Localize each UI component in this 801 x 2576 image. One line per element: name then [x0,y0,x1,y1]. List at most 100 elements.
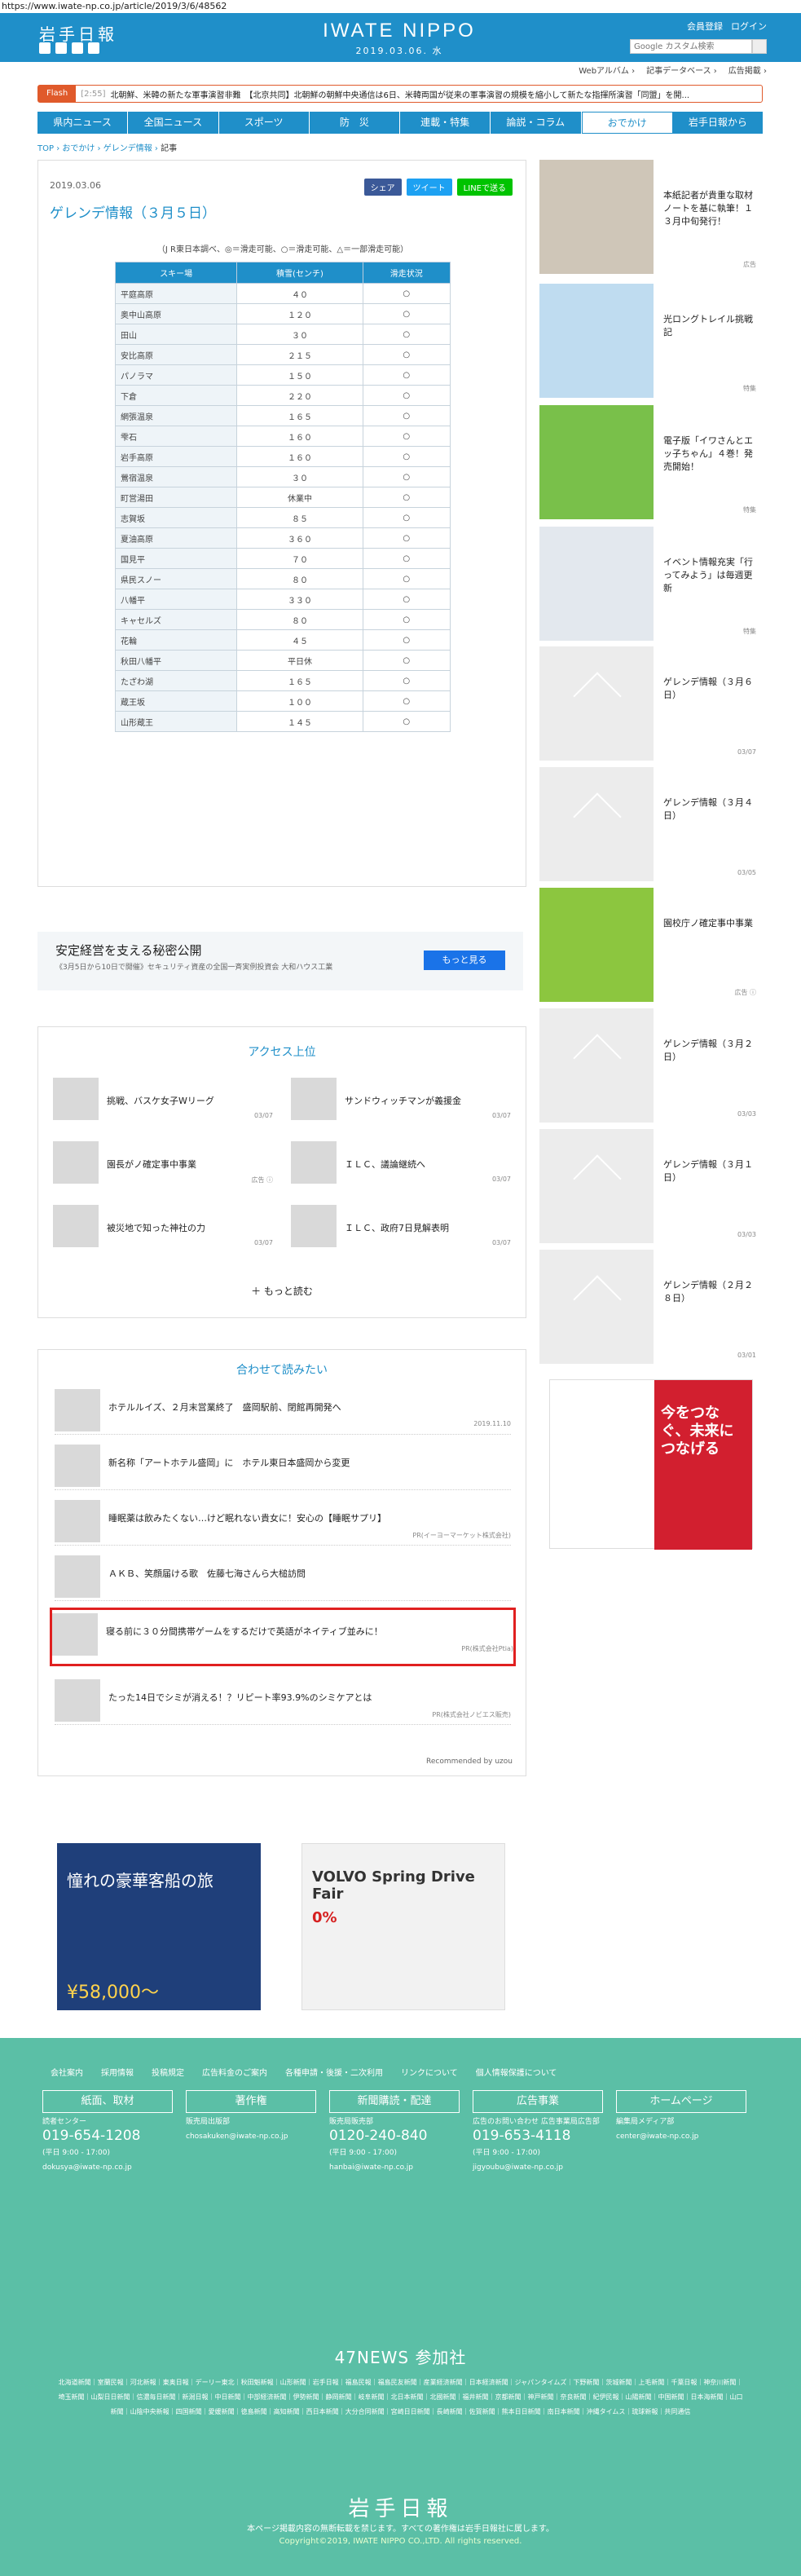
email-link[interactable]: jigyoubu@iwate-np.co.jp [473,2162,603,2173]
ranking-item-date: 03/07 [491,1112,511,1119]
sidebar-item-title: ゲレンデ情報（３月１日） [663,1159,753,1183]
nav-disaster[interactable]: 防 災 [310,112,400,134]
snow-depth: 休業中 [236,487,363,508]
footer-col-heading: 紙面、取材 [42,2090,173,2113]
line-share-button[interactable]: LINEで送る [456,179,513,196]
sidebar-item[interactable]: ゲレンデ情報（３月１日） 03/03 [539,1129,759,1243]
ranking-item-title: 園長がノ確定事中事業 [107,1159,196,1170]
ranking-item[interactable]: ＩＬＣ、議論継続へ 03/07 [291,1141,511,1190]
crumb-gerende[interactable]: ゲレンデ情報 [103,144,152,153]
twitter-icon[interactable] [39,42,51,54]
thumbnail [539,1008,654,1123]
sidebar-item[interactable]: ゲレンデ情報（２月２８日） 03/01 [539,1250,759,1364]
subnav-database[interactable]: 記事データベース › [646,64,717,76]
nav-sports[interactable]: スポーツ [219,112,310,134]
footer-link[interactable]: 会社案内 [51,2066,83,2078]
sidebar-item[interactable]: 園校庁ノ確定事中事業 広告 ⓘ [539,888,759,1002]
nav-column[interactable]: 論説・コラム [491,112,582,134]
header-date: 2019.03.06. 水 [355,46,443,56]
ranking-item-date: 03/07 [491,1239,511,1246]
ranking-item[interactable]: サンドウィッチマンが義援金 03/07 [291,1078,511,1127]
footer-logo[interactable]: 岩手日報 [0,2492,801,2522]
sidebar-item[interactable]: 本紙記者が貴重な取材ノートを基に執筆！１３月中旬発行！ 広告 [539,160,759,274]
sidebar-item[interactable]: ゲレンデ情報（３月４日） 03/05 [539,767,759,881]
ranking-item[interactable]: 被災地で知った神社の力 03/07 [53,1205,273,1254]
news47-title: 47NEWS 参加社 [334,2348,467,2367]
nav-from-nippo[interactable]: 岩手日報から [673,112,763,134]
subnav-ad[interactable]: 広告掲載 › [728,64,767,76]
register-link[interactable]: 会員登録 [687,20,723,33]
resort-name: 花輪 [114,629,238,651]
thumbnail [55,1445,100,1487]
site-logo[interactable]: 岩手日報 [39,21,117,45]
facebook-share-button[interactable]: シェア [363,179,402,196]
snow-depth: １００ [236,690,363,712]
subnav-album[interactable]: Webアルバム › [579,64,635,76]
search-icon[interactable] [752,39,767,54]
cruise-ad[interactable]: 憧れの豪華客船の旅 ¥58,000〜 [57,1843,261,2010]
uzou-credit[interactable]: Recommended by uzou [426,1758,513,1766]
footer-link[interactable]: リンクについて [401,2066,458,2078]
related-item[interactable]: ＡＫＢ、笑顔届ける歌 佐藤七海さんら大槌訪問 [55,1552,511,1601]
flash-news[interactable]: Flash [2:55] 北朝鮮、米韓の新たな軍事演習非難 【北京共同】北朝鮮の… [37,85,763,103]
facebook-icon[interactable] [55,42,67,54]
more-button[interactable]: ＋ もっと読む [38,1284,526,1298]
ranking-item[interactable]: ＩＬＣ、政府7日見解表明 03/07 [291,1205,511,1254]
ranking-item[interactable]: 園長がノ確定事中事業 広告 ⓘ [53,1141,273,1190]
footer-link[interactable]: 投稿規定 [152,2066,184,2078]
partner-papers[interactable]: 北海道新聞｜室蘭民報｜河北新報｜東奥日報｜デーリー東北｜秋田魁新報｜山形新聞｜岩… [57,2375,744,2419]
footer-link[interactable]: 個人情報保護について [476,2066,557,2078]
sidebar-item-meta: 特集 [743,385,756,392]
email-link[interactable]: dokusya@iwate-np.co.jp [42,2162,173,2173]
footer-link[interactable]: 採用情報 [101,2066,134,2078]
run-status: ○ [362,670,451,691]
mail-icon[interactable] [88,42,99,54]
social-links [39,42,99,54]
ranking-item[interactable]: 挑戦、バスケ女子Wリーグ 03/07 [53,1078,273,1127]
phone-number[interactable]: 019-654-1208 [42,2128,173,2144]
email-link[interactable]: hanbai@iwate-np.co.jp [329,2162,460,2173]
phone-number[interactable]: 0120-240-840 [329,2128,460,2144]
related-item[interactable]: ホテルルイズ、２月末営業終了 盛岡駅前、閉館再開発へ 2019.11.10 [55,1386,511,1435]
nav-odekake[interactable]: おでかけ [581,112,673,134]
tweet-button[interactable]: ツイート [406,179,452,196]
related-item-source: PR(株式会社Ptia) [461,1645,513,1652]
allied-telesis-ad[interactable]: 今をつなぐ、未来につなげる [549,1379,753,1550]
nav-local[interactable]: 県内ニュース [37,112,129,134]
sidebar-item[interactable]: 光ロングトレイル挑戦記 特集 [539,284,759,398]
related-item[interactable]: たった14日でシミが消える！？リピート率93.9%のシミケアとは PR(株式会社ノ… [55,1676,511,1725]
phone-number[interactable]: 019-653-4118 [473,2128,603,2144]
footer-link[interactable]: 各種申請・後援・二次利用 [285,2066,383,2078]
nav-national[interactable]: 全国ニュース [128,112,219,134]
thumbnail [53,1141,99,1184]
resort-name: 田山 [114,324,238,345]
sidebar-item[interactable]: ゲレンデ情報（３月２日） 03/03 [539,1008,759,1123]
ad-more-button[interactable]: もっと見る [424,951,505,970]
crumb-odekake[interactable]: おでかけ [62,144,95,153]
email-link[interactable]: center@iwate-np.co.jp [616,2131,746,2142]
snow-depth: 平日休 [236,650,363,671]
related-item-highlighted[interactable]: 寝る前に３０分間携帯ゲームをするだけで英語がネイティブ並みに！ PR(株式会社Pt… [50,1608,516,1666]
related-item[interactable]: 新名称「アートホテル盛岡」に ホテル東日本盛岡から変更 [55,1441,511,1490]
footer-link[interactable]: 広告料金のご案内 [202,2066,267,2078]
footer-col-body: 編集局メディア部 [616,2118,675,2126]
table-row: パノラマ １５０ ○ [114,364,451,386]
address-bar[interactable]: https://www.iwate-np.co.jp/article/2019/… [0,0,801,13]
brand-block[interactable]: IWATE NIPPO 2019.03.06. 水 [314,20,485,57]
sidebar-item[interactable]: ゲレンデ情報（３月６日） 03/07 [539,646,759,761]
login-link[interactable]: ログイン [731,20,767,33]
crumb-top[interactable]: TOP [37,144,54,153]
volvo-ad[interactable]: VOLVO Spring Drive Fair 0% [301,1843,505,2010]
sidebar-item-title: ゲレンデ情報（３月４日） [663,797,753,821]
instagram-icon[interactable] [72,42,83,54]
nav-features[interactable]: 連載・特集 [400,112,491,134]
email-link[interactable]: chosakuken@iwate-np.co.jp [186,2131,316,2142]
sidebar-item-meta: 特集 [743,506,756,514]
related-item[interactable]: 睡眠薬は飲みたくない…けど眠れない貴女に！安心の【睡眠サプリ】 PR(イーヨーマー… [55,1497,511,1546]
related-item-source: 2019.11.10 [473,1420,511,1427]
sidebar-item[interactable]: 電子版「イワさんとエッ子ちゃん」４巻！発売開始！ 特集 [539,405,759,519]
sponsored-ad[interactable]: 安定経営を支える秘密公開 《3月5日から10日で開催》セキュリティ資産の全国一斉… [37,932,523,990]
sidebar-item-meta: 広告 ⓘ [734,989,756,996]
search-input[interactable] [630,39,752,54]
sidebar-item[interactable]: イベント情報充実「行ってみよう」は毎週更新 特集 [539,527,759,641]
